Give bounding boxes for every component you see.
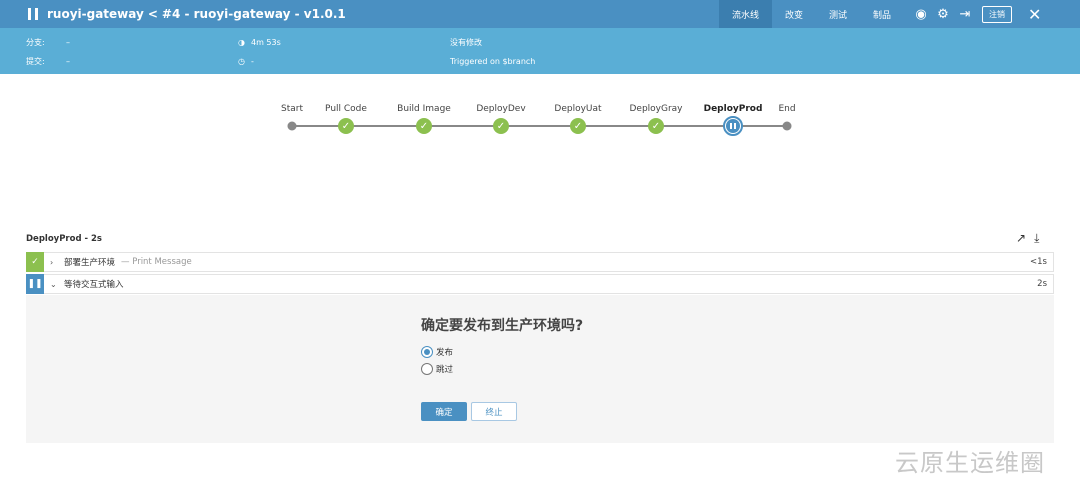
top-actions: ◉ ⚙ ⇥ 注销 ✕ (910, 0, 1041, 28)
stage-label-deploy-prod[interactable]: DeployProd (704, 104, 763, 114)
pipeline-graph: Start Pull Code Build Image DeployDev De… (0, 100, 1080, 140)
job-name[interactable]: ruoyi-gateway (47, 7, 144, 21)
stage-node-pull-code[interactable]: ✓ (338, 118, 354, 134)
step-duration: <1s (1030, 257, 1047, 267)
stage-label-deploy-dev[interactable]: DeployDev (476, 104, 525, 114)
stage-label-pull-code[interactable]: Pull Code (325, 104, 367, 114)
close-icon[interactable]: ✕ (1028, 5, 1041, 24)
check-icon: ✓ (341, 120, 351, 132)
step-name: 部署生产环境 (64, 258, 116, 268)
step-row[interactable]: ✓ › 部署生产环境 — Print Message <1s (26, 251, 1054, 272)
exit-icon[interactable]: ⇥ (954, 7, 976, 22)
check-icon: ✓ (651, 120, 661, 132)
pause-icon (726, 119, 740, 133)
pause-status-icon (28, 8, 38, 20)
step-success-icon: ✓ (26, 251, 44, 272)
check-icon: ✓ (573, 120, 583, 132)
step-name: 等待交互式输入 (64, 280, 124, 290)
commit-label: 提交: (26, 56, 45, 66)
option-label: 跳过 (436, 365, 454, 375)
download-icon[interactable]: ⤓ (1034, 231, 1039, 246)
stage-node-deploy-gray[interactable]: ✓ (648, 118, 664, 134)
check-icon: ✓ (496, 120, 506, 132)
tab-artifacts[interactable]: 制品 (860, 0, 904, 28)
stage-label-deploy-gray[interactable]: DeployGray (629, 104, 682, 114)
top-bar: ruoyi-gateway < #4 - ruoyi-gateway - v1.0.… (0, 0, 1080, 28)
duration-value: 4m 53s (250, 37, 281, 47)
open-external-icon[interactable]: ↗ (1016, 231, 1026, 246)
step-paused-icon: ❚❚ (26, 273, 44, 294)
logout-button[interactable]: 注销 (982, 5, 1012, 23)
input-question: 确定要发布到生产环境吗? (421, 318, 584, 334)
abort-button[interactable]: 终止 (471, 402, 517, 421)
page-title: ruoyi-gateway < #4 - ruoyi-gateway - v1.0.… (47, 7, 346, 21)
stage-label-build-image[interactable]: Build Image (397, 104, 451, 114)
stage-node-deploy-uat[interactable]: ✓ (570, 118, 586, 134)
duration-row: ◑ 4m 53s (238, 36, 281, 48)
stage-node-end (782, 121, 792, 131)
stage-node-deploy-prod[interactable] (723, 116, 743, 136)
stage-label-deploy-uat[interactable]: DeployUat (554, 104, 601, 114)
time-value: - (250, 56, 254, 66)
confirm-button[interactable]: 确定 (421, 402, 467, 421)
chevron-right-icon[interactable]: › (50, 258, 60, 267)
branch-label: 分支: (26, 37, 45, 47)
time-row: ◷ - (238, 55, 254, 67)
radio-button[interactable] (421, 363, 433, 375)
commit-value: – (66, 56, 70, 66)
clock-icon: ◷ (238, 56, 245, 66)
run-title: #4 - ruoyi-gateway - v1.0.1 (161, 7, 346, 21)
branch-value: – (66, 37, 70, 47)
changes-text: 没有修改 (450, 37, 482, 47)
chevron-down-icon[interactable]: ⌄ (50, 280, 60, 289)
commit-row: 提交: – (26, 55, 70, 67)
record-icon[interactable]: ◉ (910, 7, 932, 22)
tab-changes[interactable]: 改变 (772, 0, 816, 28)
radio-button-selected[interactable] (421, 346, 433, 358)
tab-tests[interactable]: 测试 (816, 0, 860, 28)
run-info-bar: 分支: – 提交: – ◑ 4m 53s ◷ - 没有修改 Triggered … (0, 28, 1080, 74)
option-skip[interactable]: 跳过 (421, 363, 453, 375)
option-label: 发布 (436, 348, 454, 358)
back-chevron-icon[interactable]: < (148, 7, 158, 21)
input-panel: 确定要发布到生产环境吗? 发布 跳过 确定 终止 (26, 295, 1054, 443)
pipeline-connector (292, 125, 787, 127)
stage-label-start: Start (281, 104, 303, 114)
gear-icon[interactable]: ⚙ (932, 7, 954, 22)
stage-label-end: End (778, 104, 796, 114)
branch-row: 分支: – (26, 36, 70, 48)
stage-node-build-image[interactable]: ✓ (416, 118, 432, 134)
watermark: 云原生运维圈 (895, 449, 1045, 477)
step-description: — Print Message (121, 257, 192, 267)
step-panel-actions: ↗ ⤓ (1016, 231, 1039, 246)
step-panel-title: DeployProd - 2s (26, 234, 102, 244)
stage-node-start (287, 121, 297, 131)
trigger-text: Triggered on $branch (450, 56, 536, 66)
option-publish[interactable]: 发布 (421, 346, 453, 358)
tab-pipeline[interactable]: 流水线 (719, 0, 773, 28)
stage-node-deploy-dev[interactable]: ✓ (493, 118, 509, 134)
duration-icon: ◑ (238, 37, 245, 47)
step-row[interactable]: ❚❚ ⌄ 等待交互式输入 2s (26, 273, 1054, 294)
step-duration: 2s (1037, 279, 1047, 289)
check-icon: ✓ (419, 120, 429, 132)
nav-tabs: 流水线 改变 测试 制品 (719, 0, 904, 28)
